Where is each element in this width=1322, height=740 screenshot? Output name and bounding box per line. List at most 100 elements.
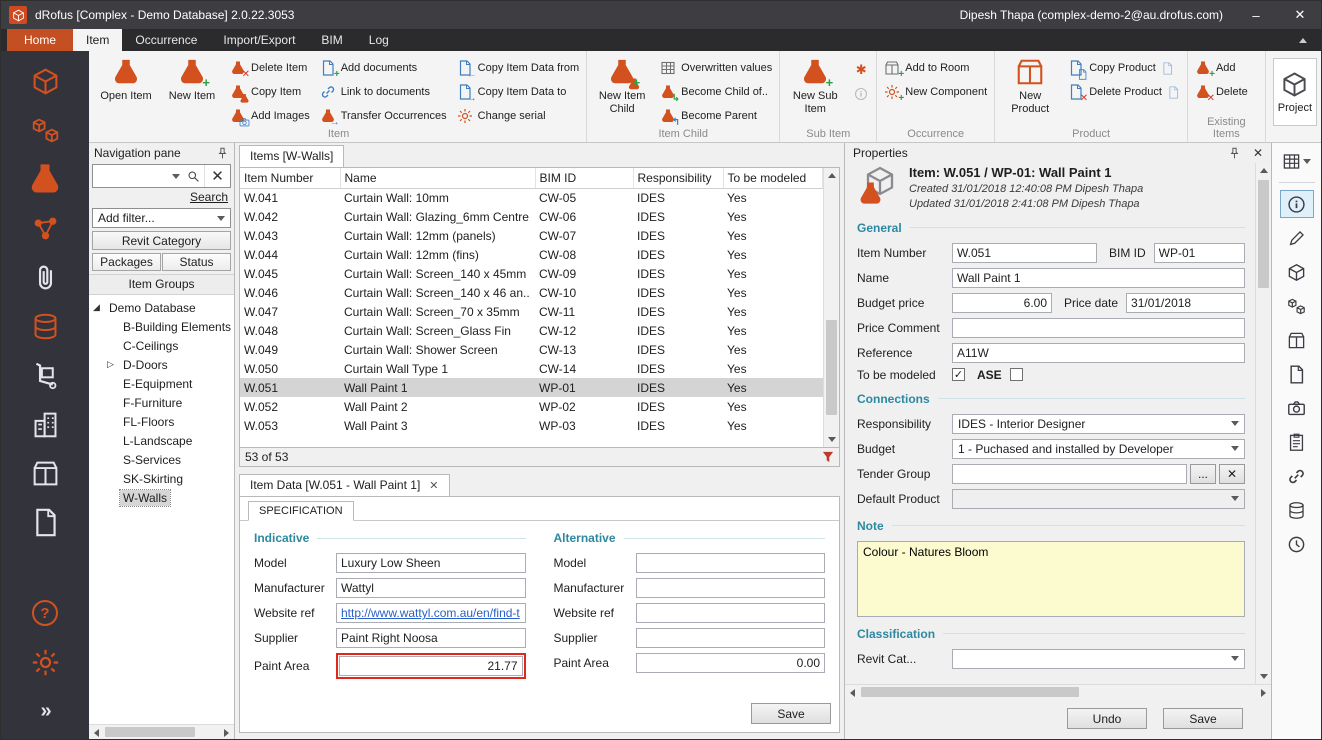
clipboard-icon[interactable] — [1281, 429, 1313, 455]
cell[interactable]: CW-10 — [535, 283, 633, 302]
menu-home[interactable]: Home — [7, 29, 73, 51]
cell[interactable]: Wall Paint 1 — [340, 378, 535, 397]
cell[interactable]: IDES — [633, 416, 723, 435]
info-icon[interactable] — [1281, 191, 1313, 217]
close-properties-icon[interactable]: ✕ — [1253, 146, 1263, 160]
cell[interactable]: Yes — [723, 188, 823, 207]
undo-button[interactable]: Undo — [1067, 708, 1147, 729]
indicative-paint-area-input[interactable] — [339, 656, 523, 676]
alternative-manufacturer-input[interactable] — [636, 578, 826, 598]
table-row[interactable]: W.044Curtain Wall: 12mm (fins)CW-08IDESY… — [240, 245, 823, 264]
cell[interactable]: CW-06 — [535, 207, 633, 226]
table-row[interactable]: W.045Curtain Wall: Screen_140 x 45mmCW-0… — [240, 264, 823, 283]
column-header-to-be-modeled[interactable]: To be modeled — [723, 168, 823, 188]
table-row[interactable]: W.052Wall Paint 2WP-02IDESYes — [240, 397, 823, 416]
tender-group-input[interactable] — [952, 464, 1187, 484]
cell[interactable]: WP-02 — [535, 397, 633, 416]
cell[interactable]: W.047 — [240, 302, 340, 321]
cell[interactable]: CW-12 — [535, 321, 633, 340]
indicative-website-input[interactable]: http://www.wattyl.com.au/en/find-t — [336, 603, 526, 623]
cell[interactable]: WP-01 — [535, 378, 633, 397]
delete-product-extra-icon[interactable] — [1167, 86, 1180, 99]
cell[interactable]: IDES — [633, 207, 723, 226]
cube-icon[interactable] — [1281, 259, 1313, 285]
tree-item[interactable]: SK-Skirting — [89, 469, 234, 488]
cell[interactable]: Curtain Wall: 10mm — [340, 188, 535, 207]
table-row[interactable]: W.046Curtain Wall: Screen_140 x 46 an..C… — [240, 283, 823, 302]
cell[interactable]: IDES — [633, 302, 723, 321]
cell[interactable]: Yes — [723, 245, 823, 264]
cell[interactable]: Yes — [723, 321, 823, 340]
cell[interactable]: Yes — [723, 264, 823, 283]
cell[interactable]: Yes — [723, 416, 823, 435]
copy-item-data-to-button[interactable]: →Copy Item Data to — [457, 84, 579, 100]
table-row[interactable]: W.047Curtain Wall: Screen_70 x 35mmCW-11… — [240, 302, 823, 321]
note-textarea[interactable]: Colour - Natures Bloom — [857, 541, 1245, 617]
cell[interactable]: W.042 — [240, 207, 340, 226]
tender-group-browse-button[interactable]: ... — [1190, 464, 1216, 484]
filter-active-icon[interactable] — [822, 451, 834, 463]
help-icon[interactable]: ? — [26, 595, 64, 631]
menu-occurrence[interactable]: Occurrence — [122, 29, 210, 51]
history-clock-icon[interactable] — [1281, 531, 1313, 557]
tree-root-demo-database[interactable]: ◢ Demo Database — [89, 298, 234, 317]
cell[interactable]: IDES — [633, 245, 723, 264]
become-child-of-button[interactable]: ↳Become Child of.. — [660, 84, 772, 100]
revit-category-dropdown[interactable] — [952, 649, 1245, 669]
item-data-tab[interactable]: Item Data [W.051 - Wall Paint 1] ✕ — [239, 474, 450, 496]
menu-bim[interactable]: BIM — [308, 29, 355, 51]
sidebar-database-icon[interactable] — [26, 308, 64, 344]
table-row[interactable]: W.050Curtain Wall Type 1CW-14IDESYes — [240, 359, 823, 378]
menu-import-export[interactable]: Import/Export — [210, 29, 308, 51]
edit-item-data-icon[interactable] — [1281, 225, 1313, 251]
table-row[interactable]: W.053Wall Paint 3WP-03IDESYes — [240, 416, 823, 435]
alternative-supplier-input[interactable] — [636, 628, 826, 648]
alternative-paint-area-input[interactable] — [636, 653, 826, 673]
indicative-supplier-input[interactable] — [336, 628, 526, 648]
cell[interactable]: W.045 — [240, 264, 340, 283]
cell[interactable]: W.044 — [240, 245, 340, 264]
cell[interactable]: IDES — [633, 283, 723, 302]
open-item-button[interactable]: Open Item — [98, 54, 154, 103]
price-comment-input[interactable] — [952, 318, 1245, 338]
properties-vertical-scrollbar[interactable] — [1255, 163, 1271, 684]
document-icon[interactable] — [1281, 361, 1313, 387]
column-header-item-number[interactable]: Item Number — [240, 168, 340, 188]
budget-price-input[interactable] — [952, 293, 1052, 313]
cubes-icon[interactable] — [1281, 293, 1313, 319]
link-to-documents-button[interactable]: Link to documents — [320, 84, 447, 100]
tree-item[interactable]: ▷D-Doors — [89, 355, 234, 374]
cell[interactable]: W.046 — [240, 283, 340, 302]
ase-checkbox[interactable] — [1010, 368, 1023, 381]
column-header-name[interactable]: Name — [340, 168, 535, 188]
tab-status[interactable]: Status — [162, 253, 231, 271]
cell[interactable]: CW-09 — [535, 264, 633, 283]
cell[interactable]: WP-03 — [535, 416, 633, 435]
cell[interactable]: CW-08 — [535, 245, 633, 264]
to-be-modeled-checkbox[interactable]: ✓ — [952, 368, 965, 381]
become-parent-button[interactable]: ↰Become Parent — [660, 108, 772, 124]
table-row[interactable]: W.041Curtain Wall: 10mmCW-05IDESYes — [240, 188, 823, 207]
sidebar-logistics-icon[interactable] — [26, 357, 64, 393]
cell[interactable]: Yes — [723, 207, 823, 226]
cell[interactable]: Yes — [723, 302, 823, 321]
cell[interactable]: Wall Paint 2 — [340, 397, 535, 416]
link-icon[interactable] — [1281, 463, 1313, 489]
cell[interactable]: W.043 — [240, 226, 340, 245]
cell[interactable]: CW-11 — [535, 302, 633, 321]
item-data-save-button[interactable]: Save — [751, 703, 831, 724]
add-to-room-button[interactable]: +Add to Room — [884, 60, 987, 76]
cell[interactable]: W.049 — [240, 340, 340, 359]
properties-horizontal-scrollbar[interactable] — [845, 684, 1271, 699]
copy-item-data-from-button[interactable]: ←Copy Item Data from — [457, 60, 579, 76]
table-row[interactable]: W.048Curtain Wall: Screen_Glass FinCW-12… — [240, 321, 823, 340]
pin-icon[interactable] — [216, 147, 229, 160]
cell[interactable]: IDES — [633, 359, 723, 378]
column-header-responsibility[interactable]: Responsibility — [633, 168, 723, 188]
price-date-input[interactable] — [1126, 293, 1245, 313]
camera-icon[interactable] — [1281, 395, 1313, 421]
items-tab[interactable]: Items [W-Walls] — [239, 145, 344, 167]
table-row[interactable]: W.043Curtain Wall: 12mm (panels)CW-07IDE… — [240, 226, 823, 245]
new-item-button[interactable]: + New Item — [164, 54, 220, 103]
cell[interactable]: IDES — [633, 397, 723, 416]
